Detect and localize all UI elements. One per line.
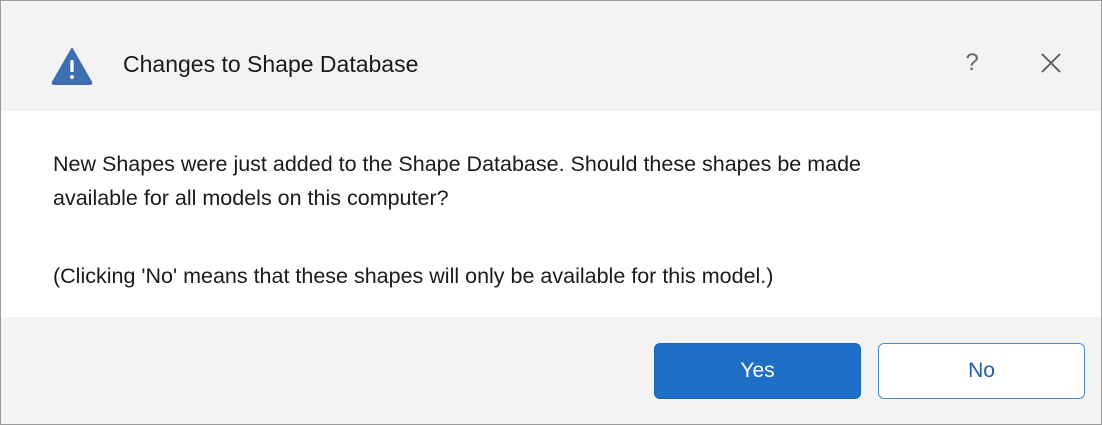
help-button[interactable]: ? [956, 45, 988, 81]
message-area: New Shapes were just added to the Shape … [1, 111, 1101, 317]
yes-button[interactable]: Yes [654, 343, 861, 399]
warning-icon [51, 48, 93, 85]
close-icon [1041, 53, 1061, 73]
message-line-1: New Shapes were just added to the Shape … [53, 152, 861, 176]
close-button[interactable] [1031, 45, 1071, 81]
no-button[interactable]: No [878, 343, 1085, 399]
message-line-2: available for all models on this compute… [53, 186, 449, 210]
button-bar: Yes No [1, 317, 1101, 424]
dialog-title: Changes to Shape Database [123, 51, 419, 77]
dialog-window: Changes to Shape Database ? New Shapes w… [0, 0, 1102, 425]
message-note: (Clicking 'No' means that these shapes w… [53, 264, 774, 288]
title-bar: Changes to Shape Database ? [1, 1, 1101, 111]
